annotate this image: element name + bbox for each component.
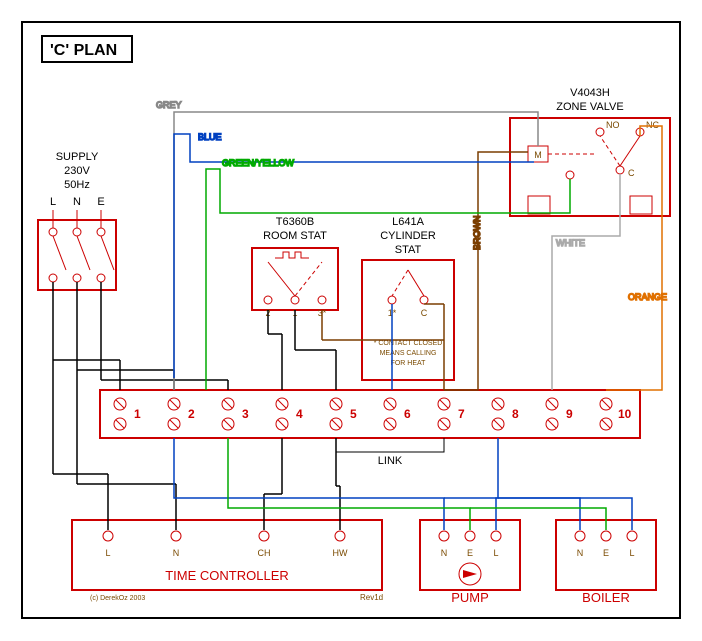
- svg-text:L: L: [105, 548, 110, 558]
- title-text: 'C' PLAN: [50, 42, 117, 59]
- svg-text:GREEN/YELLOW: GREEN/YELLOW: [222, 158, 295, 168]
- svg-text:E: E: [467, 548, 473, 558]
- svg-text:WHITE: WHITE: [556, 238, 585, 248]
- wires-orange: ORANGE: [606, 126, 667, 390]
- cylinder-stat-block: L641A CYLINDER STAT 1* C * CONTACT CLOSE…: [362, 216, 454, 380]
- svg-text:ZONE VALVE: ZONE VALVE: [556, 101, 623, 113]
- svg-text:C: C: [628, 168, 635, 178]
- wires-white: WHITE: [552, 174, 620, 390]
- svg-text:2: 2: [188, 407, 195, 421]
- supply-N: N: [73, 196, 81, 208]
- roomstat-model: T6360B: [276, 216, 315, 228]
- wires-blue: BLUE: [174, 132, 632, 530]
- svg-text:M: M: [534, 150, 542, 160]
- supply-label: SUPPLY: [56, 151, 99, 163]
- svg-text:GREY: GREY: [156, 100, 182, 110]
- svg-text:3: 3: [242, 407, 249, 421]
- svg-text:N: N: [173, 548, 180, 558]
- supply-volts: 230V: [64, 165, 90, 177]
- svg-text:(c) DerekOz 2003: (c) DerekOz 2003: [90, 595, 145, 602]
- boiler-block: N E L BOILER: [556, 520, 656, 605]
- svg-text:TIME CONTROLLER: TIME CONTROLLER: [165, 568, 289, 583]
- svg-text:FOR HEAT: FOR HEAT: [391, 360, 427, 367]
- svg-text:LINK: LINK: [378, 455, 403, 467]
- supply-E: E: [97, 196, 104, 208]
- zone-valve-block: V4043H ZONE VALVE M NO NC C: [510, 87, 670, 216]
- svg-text:Rev1d: Rev1d: [360, 593, 383, 602]
- wires-black: [53, 282, 340, 530]
- svg-text:5: 5: [350, 407, 357, 421]
- supply-hz: 50Hz: [64, 179, 90, 191]
- svg-text:NO: NO: [606, 120, 620, 130]
- svg-text:HW: HW: [333, 548, 348, 558]
- svg-text:L: L: [493, 548, 498, 558]
- svg-text:N: N: [441, 548, 448, 558]
- resistor-icon: [275, 252, 309, 258]
- cylstat-name2: STAT: [395, 244, 422, 256]
- pump-block: N E L PUMP: [420, 520, 520, 605]
- time-controller-block: L N CH HW TIME CONTROLLER (c) DerekOz 20…: [72, 520, 383, 602]
- svg-text:4: 4: [296, 407, 303, 421]
- svg-text:C: C: [421, 308, 428, 318]
- svg-text:8: 8: [512, 407, 519, 421]
- svg-text:9: 9: [566, 407, 573, 421]
- svg-text:CH: CH: [258, 548, 271, 558]
- svg-text:N: N: [577, 548, 584, 558]
- svg-text:NC: NC: [646, 120, 659, 130]
- svg-text:MEANS CALLING: MEANS CALLING: [380, 350, 437, 357]
- supply-L: L: [50, 196, 56, 208]
- svg-text:ORANGE: ORANGE: [628, 292, 667, 302]
- svg-text:E: E: [603, 548, 609, 558]
- roomstat-name: ROOM STAT: [263, 230, 327, 242]
- svg-text:L: L: [629, 548, 634, 558]
- supply-block: SUPPLY 230V 50Hz L N E: [38, 151, 116, 290]
- terminal-strip: 1 2 3 4 5 6 7 8 9 10 LINK: [100, 390, 640, 467]
- svg-text:6: 6: [404, 407, 411, 421]
- room-stat-block: T6360B ROOM STAT 2 1 3*: [252, 216, 338, 318]
- svg-text:1: 1: [134, 407, 141, 421]
- svg-text:BLUE: BLUE: [198, 132, 222, 142]
- cylstat-model: L641A: [392, 216, 424, 228]
- svg-text:V4043H: V4043H: [570, 87, 610, 99]
- svg-text:BROWN: BROWN: [472, 216, 482, 251]
- svg-text:BOILER: BOILER: [582, 590, 630, 605]
- svg-text:7: 7: [458, 407, 465, 421]
- svg-text:10: 10: [618, 407, 632, 421]
- svg-text:PUMP: PUMP: [451, 590, 489, 605]
- cylstat-name: CYLINDER: [380, 230, 436, 242]
- svg-text:* CONTACT CLOSED: * CONTACT CLOSED: [374, 340, 443, 347]
